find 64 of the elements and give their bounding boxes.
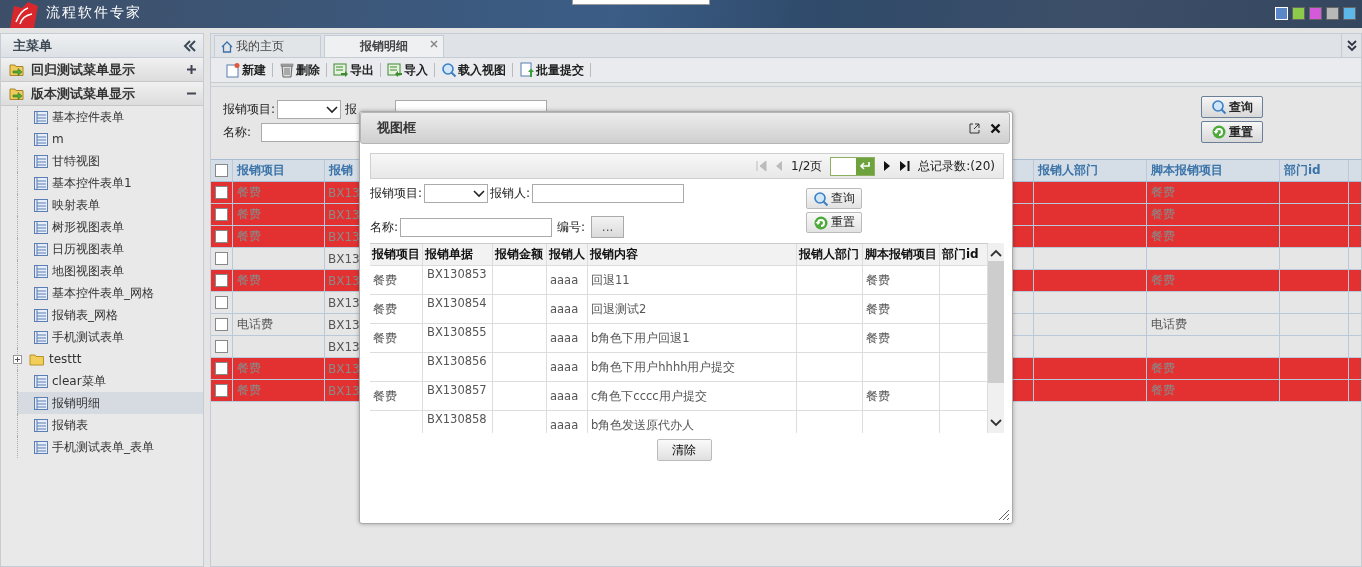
table-cell: BX13 (328, 339, 360, 354)
table-cell: BX130854 (427, 296, 487, 310)
table-cell: 餐费 (237, 360, 261, 377)
table-cell: 餐费 (237, 184, 261, 201)
table-cell: BX13 (328, 317, 360, 332)
menu-group-label: 回归测试菜单显示 (31, 60, 135, 79)
table-cell: 餐费 (1151, 382, 1175, 399)
field-label: 报销人: (490, 185, 531, 202)
table-cell: 餐费 (373, 388, 397, 404)
table-cell: BX130858 (427, 412, 487, 426)
table-cell: 餐费 (1151, 272, 1175, 289)
table-cell: 餐费 (866, 272, 890, 288)
table-cell: 餐费 (1151, 206, 1175, 223)
field-label: 报 (345, 101, 358, 118)
table-cell: aaaa (550, 273, 579, 287)
table-cell: BX130857 (427, 383, 487, 397)
sidebar-title: 主菜单 (13, 36, 52, 55)
page-indicator: 1/2页 (791, 157, 823, 175)
table-cell: c角色下cccc用户提交 (591, 388, 707, 404)
table-cell: 餐费 (866, 388, 890, 404)
table-cell: BX13 (328, 295, 360, 310)
brand-name: 流程软件专家 (46, 4, 142, 22)
table-cell: 餐费 (237, 272, 261, 289)
field-label: 名称: (370, 218, 399, 236)
table-cell: 电话费 (1151, 316, 1187, 333)
table-cell: 餐费 (237, 228, 261, 245)
table-cell: 餐费 (1151, 360, 1175, 377)
table-cell: 餐费 (1151, 228, 1175, 245)
table-cell: 餐费 (373, 301, 397, 317)
table-cell: aaaa (550, 331, 579, 345)
table-cell: 回退11 (591, 272, 630, 288)
table-cell: 餐费 (866, 330, 890, 346)
dialog-title: 视图框 (377, 119, 416, 137)
table-cell: BX13 (328, 207, 360, 222)
table-cell: aaaa (550, 418, 579, 432)
table-cell: 餐费 (373, 272, 397, 288)
table-cell: 回退测试2 (591, 301, 647, 317)
table-cell: 电话费 (237, 316, 273, 333)
table-cell: BX130853 (427, 267, 487, 281)
table-cell: BX13 (328, 361, 360, 376)
table-cell: BX130855 (427, 325, 487, 339)
table-cell: 餐费 (866, 301, 890, 317)
table-cell: b角色下用户回退1 (591, 330, 690, 346)
table-cell: BX13 (328, 185, 360, 200)
field-label: 编号: (557, 218, 586, 236)
table-cell: b角色发送原代办人 (591, 417, 695, 433)
menu-group-label: 版本测试菜单显示 (31, 84, 135, 103)
table-cell: aaaa (550, 360, 579, 374)
field-label: 报销项目: (223, 101, 276, 118)
table-cell: 餐费 (373, 330, 397, 346)
table-cell: b角色下用户hhhh用户提交 (591, 359, 736, 375)
table-cell: BX13 (328, 229, 360, 244)
record-count: 总记录数:(20) (918, 157, 995, 175)
table-cell: 餐费 (237, 206, 261, 223)
table-cell: aaaa (550, 302, 579, 316)
table-cell: BX13 (328, 383, 360, 398)
table-cell: aaaa (550, 389, 579, 403)
table-cell: BX13 (328, 251, 360, 266)
table-cell: 餐费 (1151, 184, 1175, 201)
field-label: 报销项目: (370, 185, 423, 202)
table-cell: 餐费 (237, 382, 261, 399)
table-cell: BX13 (328, 273, 360, 288)
table-cell: BX130856 (427, 354, 487, 368)
field-label: 名称: (223, 124, 252, 141)
